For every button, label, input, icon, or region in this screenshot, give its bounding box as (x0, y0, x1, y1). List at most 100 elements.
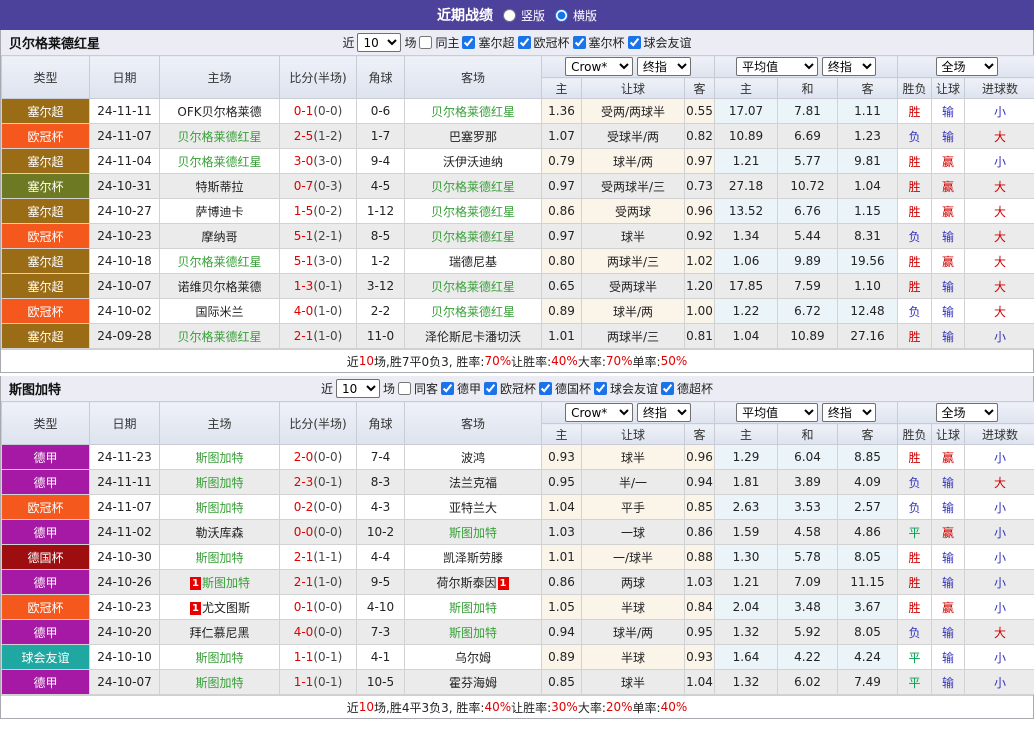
average-select[interactable]: 平均值 (736, 57, 819, 76)
team-name-link[interactable]: 亚特兰大 (449, 501, 497, 515)
team-name-link[interactable]: 斯图加特 (195, 451, 243, 465)
league-filter-checkbox-input[interactable] (440, 382, 454, 395)
same-venue-checkbox-input[interactable] (419, 36, 433, 49)
scope-select[interactable]: 全场 (935, 403, 998, 422)
league-label[interactable]: 塞尔超 (27, 255, 63, 269)
league-label[interactable]: 德甲 (33, 576, 57, 590)
match-date: 24-10-23 (89, 594, 160, 620)
league-label[interactable]: 球会友谊 (21, 651, 69, 665)
league-filter-checkbox-input[interactable] (594, 382, 608, 395)
team-name-link[interactable]: 凯泽斯劳滕 (443, 551, 503, 565)
league-filter-checkbox-input[interactable] (539, 382, 553, 395)
avg-index-select[interactable]: 终指 (821, 57, 876, 76)
league-label[interactable]: 德甲 (33, 676, 57, 690)
team-name-link[interactable]: 波鸿 (461, 451, 485, 465)
league-filter-checkbox-input[interactable] (572, 36, 586, 49)
league-label[interactable]: 塞尔超 (27, 330, 63, 344)
league-filter-checkbox[interactable]: 球会友谊 (594, 380, 658, 397)
team-name-link[interactable]: 勒沃库森 (195, 526, 243, 540)
recent-count-select[interactable]: 10 (357, 33, 402, 52)
league-filter-checkbox-input[interactable] (484, 382, 497, 395)
team-name-link[interactable]: 贝尔格莱德红星 (431, 230, 515, 244)
crow-index-select[interactable]: 终指 (636, 403, 691, 422)
team-name-link[interactable]: 贝尔格莱德红星 (177, 255, 261, 269)
league-label[interactable]: 欧冠杯 (27, 601, 63, 615)
league-label[interactable]: 塞尔杯 (27, 180, 63, 194)
team-name-link[interactable]: 贝尔格莱德红星 (431, 105, 515, 119)
league-label[interactable]: 欧冠杯 (27, 501, 63, 515)
bookmaker-select[interactable]: Crow* (565, 57, 634, 76)
league-filter-checkbox[interactable]: 塞尔杯 (572, 34, 625, 51)
team-name-link[interactable]: 斯图加特 (195, 551, 243, 565)
league-filter-checkbox-input[interactable] (661, 382, 675, 395)
league-label[interactable]: 欧冠杯 (27, 130, 63, 144)
league-filter-checkbox-input[interactable] (627, 36, 641, 49)
league-label[interactable]: 塞尔超 (27, 205, 63, 219)
league-filter-checkbox[interactable]: 球会友谊 (627, 34, 692, 51)
team-name-link[interactable]: 沃伊沃迪纳 (443, 155, 503, 169)
team-name-link[interactable]: OFK贝尔格莱德 (177, 105, 261, 119)
team-name-link[interactable]: 乌尔姆 (455, 651, 491, 665)
league-filter-checkbox-input[interactable] (517, 36, 531, 49)
league-filter-checkbox[interactable]: 欧冠杯 (517, 34, 570, 51)
team-name-link[interactable]: 贝尔格莱德红星 (431, 305, 515, 319)
team-name-link[interactable]: 泽伦斯尼卡潘切沃 (425, 330, 521, 344)
team-name-link[interactable]: 巴塞罗那 (449, 130, 497, 144)
league-label[interactable]: 德甲 (33, 476, 57, 490)
team-name-link[interactable]: 斯图加特 (449, 526, 497, 540)
team-name-link[interactable]: 贝尔格莱德红星 (177, 155, 261, 169)
average-select[interactable]: 平均值 (736, 403, 819, 422)
team-name-link[interactable]: 贝尔格莱德红星 (431, 280, 515, 294)
team-name-link[interactable]: 斯图加特 (195, 676, 243, 690)
team-name-link[interactable]: 法兰克福 (449, 476, 497, 490)
scope-select[interactable]: 全场 (935, 57, 998, 76)
team-name-link[interactable]: 斯图加特 (202, 576, 250, 590)
same-venue-checkbox[interactable]: 同主 (419, 34, 459, 51)
same-venue-checkbox-input[interactable] (397, 382, 411, 395)
team-name-link[interactable]: 斯图加特 (195, 651, 243, 665)
crow-index-select[interactable]: 终指 (636, 57, 691, 76)
team-name-link[interactable]: 贝尔格莱德红星 (431, 180, 515, 194)
recent-count-select[interactable]: 10 (335, 379, 380, 398)
team-name-link[interactable]: 萨博迪卡 (195, 205, 243, 219)
league-label[interactable]: 德甲 (33, 526, 57, 540)
team-name-link[interactable]: 国际米兰 (195, 305, 243, 319)
team-name-link[interactable]: 斯图加特 (195, 476, 243, 490)
team-name-link[interactable]: 斯图加特 (449, 601, 497, 615)
team-name-link[interactable]: 贝尔格莱德红星 (177, 330, 261, 344)
team-name-link[interactable]: 特斯蒂拉 (195, 180, 243, 194)
league-filter-checkbox[interactable]: 德甲 (440, 380, 481, 397)
team-name-link[interactable]: 贝尔格莱德红星 (431, 205, 515, 219)
league-filter-checkbox[interactable]: 欧冠杯 (484, 380, 536, 397)
league-label[interactable]: 德甲 (33, 451, 57, 465)
bookmaker-select[interactable]: Crow* (565, 403, 634, 422)
layout-radio-vertical[interactable]: 竖版 (502, 7, 545, 24)
team-name-link[interactable]: 荷尔斯泰因 (436, 576, 496, 590)
layout-radio-horizontal[interactable]: 横版 (555, 7, 597, 24)
horizontal-radio-input[interactable] (555, 8, 568, 22)
team-name-link[interactable]: 拜仁慕尼黑 (189, 626, 249, 640)
team-name-link[interactable]: 诺维贝尔格莱德 (177, 280, 261, 294)
league-filter-checkbox[interactable]: 塞尔超 (462, 34, 515, 51)
team-name-link[interactable]: 摩纳哥 (201, 230, 237, 244)
league-label[interactable]: 塞尔超 (27, 105, 63, 119)
same-venue-checkbox[interactable]: 同客 (397, 380, 438, 397)
league-label[interactable]: 德甲 (33, 626, 57, 640)
team-name-link[interactable]: 斯图加特 (195, 501, 243, 515)
team-name-link[interactable]: 尤文图斯 (202, 601, 250, 615)
avg-index-select[interactable]: 终指 (821, 403, 876, 422)
league-filter-checkbox[interactable]: 德超杯 (661, 380, 713, 397)
league-label[interactable]: 塞尔超 (27, 155, 63, 169)
league-label[interactable]: 塞尔超 (27, 280, 63, 294)
team-name-link[interactable]: 贝尔格莱德红星 (177, 130, 261, 144)
vertical-radio-input[interactable] (502, 8, 516, 22)
league-filter-checkbox-input[interactable] (462, 36, 476, 49)
league-label[interactable]: 欧冠杯 (27, 230, 63, 244)
match-row: 欧冠杯 24-10-02 国际米兰 4-0(1-0) 2-2 贝尔格莱德红星 0.89 球半/… (1, 298, 1034, 324)
team-name-link[interactable]: 霍芬海姆 (449, 676, 497, 690)
league-label[interactable]: 德国杯 (27, 551, 63, 565)
league-filter-checkbox[interactable]: 德国杯 (539, 380, 591, 397)
league-label[interactable]: 欧冠杯 (27, 305, 63, 319)
team-name-link[interactable]: 瑞德尼基 (449, 255, 497, 269)
team-name-link[interactable]: 斯图加特 (449, 626, 497, 640)
